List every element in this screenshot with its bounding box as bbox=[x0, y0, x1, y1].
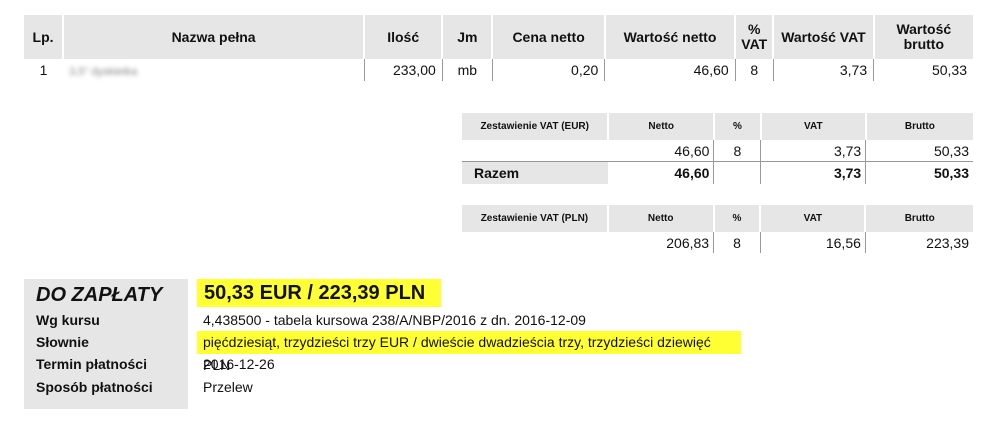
due-date-value: 2016-12-26 bbox=[203, 356, 275, 372]
col-unit: Jm bbox=[442, 15, 494, 59]
cell-qty: 233,00 bbox=[364, 59, 443, 81]
cell-net: 46,60 bbox=[604, 59, 736, 81]
vat-summary-eur: Zestawienie VAT (EUR) Netto % VAT Brutto… bbox=[462, 113, 973, 184]
cell-name: 3,5" dyskietka bbox=[63, 59, 365, 81]
vat-pln-header-row: Zestawienie VAT (PLN) Netto % VAT Brutto bbox=[462, 205, 973, 232]
cell-vat-value: 3,73 bbox=[773, 59, 875, 81]
col-vat-value: Wartość VAT bbox=[773, 15, 875, 59]
vat-eur-rate: 8 bbox=[713, 140, 762, 162]
col-qty: Ilość bbox=[364, 15, 444, 59]
col-vat-rate: % VAT bbox=[735, 15, 775, 59]
col-price: Cena netto bbox=[492, 15, 606, 59]
due-date-label: Termin płatności bbox=[36, 356, 147, 372]
redacted-item-name: 3,5" dyskietka bbox=[69, 66, 138, 78]
vat-eur-col-vat: VAT bbox=[760, 113, 867, 140]
table-row: 46,60 8 3,73 50,33 bbox=[462, 140, 973, 162]
table-row: 1 3,5" dyskietka 233,00 mb 0,20 46,60 8 … bbox=[24, 59, 973, 81]
vat-pln-net: 206,83 bbox=[607, 232, 715, 253]
amount-due-title: DO ZAPŁATY bbox=[36, 284, 163, 306]
vat-pln-col-net: Netto bbox=[607, 205, 715, 232]
vat-pln-col-vat: VAT bbox=[760, 205, 867, 232]
vat-eur-col-net: Netto bbox=[608, 113, 715, 140]
col-lp: Lp. bbox=[24, 15, 65, 59]
cell-lp: 1 bbox=[39, 62, 48, 78]
cell-gross: 50,33 bbox=[931, 62, 967, 78]
items-header-row: Lp. Nazwa pełna Ilość Jm Cena netto Wart… bbox=[24, 15, 973, 59]
vat-eur-title: Zestawienie VAT (EUR) bbox=[462, 113, 610, 140]
vat-summary-pln: Zestawienie VAT (PLN) Netto % VAT Brutto… bbox=[462, 205, 973, 253]
amount-due-value: 50,33 EUR / 223,39 PLN bbox=[197, 279, 441, 307]
vat-eur-col-rate: % bbox=[713, 113, 762, 140]
vat-eur-net: 46,60 bbox=[608, 140, 715, 162]
col-net: Wartość netto bbox=[604, 15, 737, 59]
payment-method-label: Sposób płatności bbox=[36, 379, 153, 395]
exchange-rate-label: Wg kursu bbox=[36, 312, 100, 328]
vat-pln-title: Zestawienie VAT (PLN) bbox=[462, 205, 609, 232]
total-net: 46,60 bbox=[608, 161, 715, 184]
cell-price: 0,20 bbox=[492, 59, 606, 81]
vat-eur-gross: 50,33 bbox=[933, 142, 969, 159]
vat-eur-header-row: Zestawienie VAT (EUR) Netto % VAT Brutto bbox=[462, 113, 973, 140]
vat-eur-col-gross: Brutto bbox=[865, 113, 973, 140]
total-gross: 50,33 bbox=[865, 161, 973, 184]
col-gross: Wartość brutto bbox=[873, 15, 973, 59]
vat-eur-total-row: Razem 46,60 3,73 50,33 bbox=[462, 161, 973, 184]
payment-method-value: Przelew bbox=[203, 379, 253, 395]
vat-pln-vat: 16,56 bbox=[760, 232, 866, 253]
vat-pln-col-rate: % bbox=[713, 205, 762, 232]
exchange-rate-value: 4,438500 - tabela kursowa 238/A/NBP/2016… bbox=[203, 312, 586, 328]
vat-pln-col-gross: Brutto bbox=[865, 205, 973, 232]
invoice-items-table: Lp. Nazwa pełna Ilość Jm Cena netto Wart… bbox=[24, 15, 973, 81]
total-vat: 3,73 bbox=[760, 161, 867, 184]
vat-pln-rate: 8 bbox=[713, 232, 761, 253]
total-label: Razem bbox=[462, 161, 609, 184]
vat-pln-gross: 223,39 bbox=[926, 234, 969, 251]
table-row: 206,83 8 16,56 223,39 bbox=[462, 232, 973, 253]
cell-vat-rate: 8 bbox=[735, 59, 774, 81]
vat-eur-vat: 3,73 bbox=[760, 140, 867, 162]
in-words-label: Słownie bbox=[36, 334, 89, 350]
cell-unit: mb bbox=[442, 59, 493, 81]
col-name: Nazwa pełna bbox=[63, 15, 366, 59]
in-words-value: pięćdziesiąt, trzydzieści trzy EUR / dwi… bbox=[197, 331, 741, 373]
